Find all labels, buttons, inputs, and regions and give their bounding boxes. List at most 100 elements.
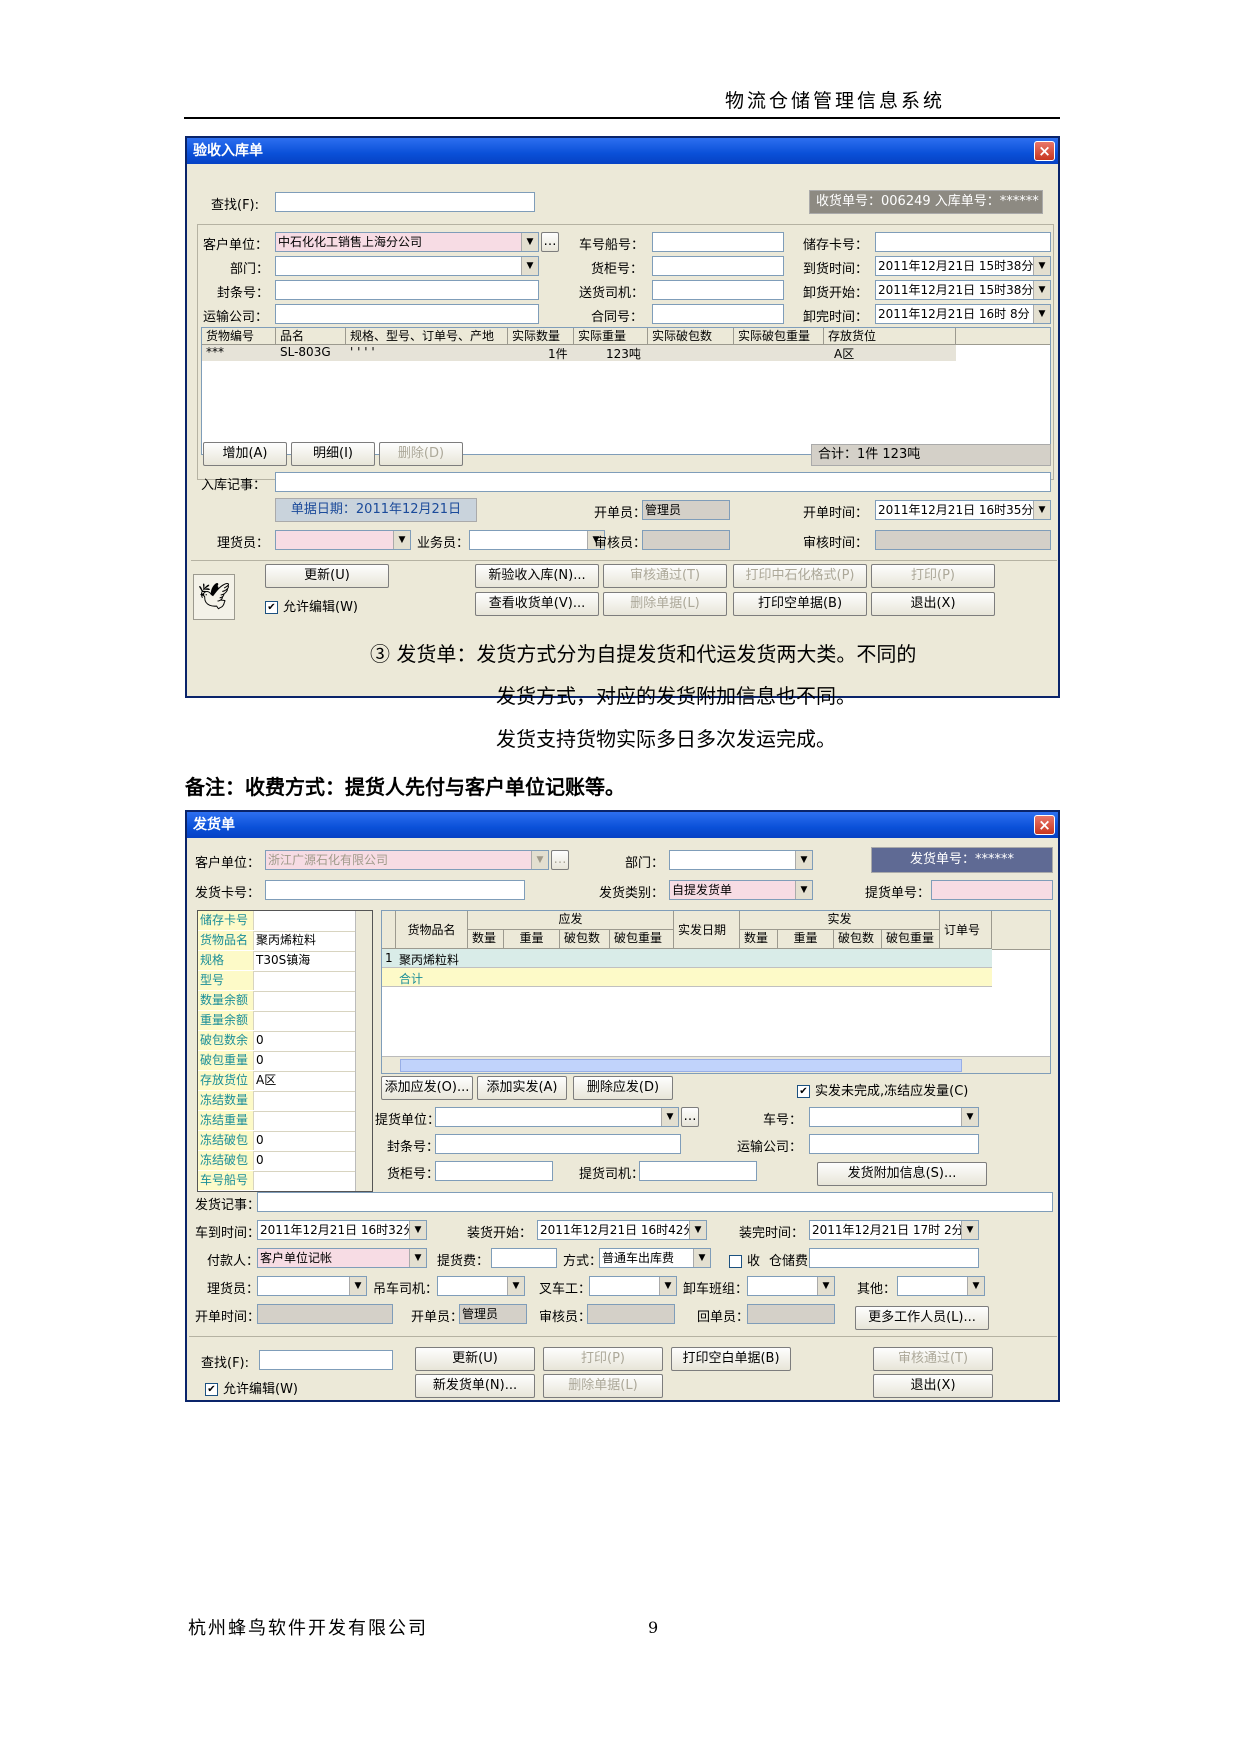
property-row[interactable]: 破包重量 0 xyxy=(198,1051,372,1072)
update-button[interactable]: 更新(U) xyxy=(265,564,389,588)
property-row[interactable]: 冻结重量 xyxy=(198,1111,372,1132)
scroll-thumb[interactable] xyxy=(400,1059,962,1072)
col-header[interactable]: 规格、型号、订单号、产地 xyxy=(346,328,508,345)
new-receipt-button[interactable]: 新验收入库(N)... xyxy=(475,564,599,588)
container-input[interactable] xyxy=(652,256,784,276)
unload-start-picker[interactable]: 2011年12月21日 15时38分 ▼ xyxy=(875,280,1051,300)
property-row[interactable]: 规格 T30S镇海 xyxy=(198,951,372,972)
table-row[interactable]: *** SL-803G ' ' ' ' 1件 123吨 A区 xyxy=(202,345,956,361)
property-row[interactable]: 存放货位 A区 xyxy=(198,1071,372,1092)
extra-info-button[interactable]: 发货附加信息(S)... xyxy=(817,1162,987,1186)
col-header[interactable]: 品名 xyxy=(276,328,346,345)
customer-more-button[interactable]: … xyxy=(541,232,559,252)
property-row[interactable]: 数量余额 xyxy=(198,991,372,1012)
storage-card-input[interactable] xyxy=(875,232,1051,252)
approve-button[interactable]: 审核通过(T) xyxy=(603,564,727,588)
col-header-actual-broken[interactable]: 破包数 xyxy=(834,930,882,949)
print-empty-button[interactable]: 打印空单据(B) xyxy=(733,592,867,616)
property-row[interactable]: 冻结数量 xyxy=(198,1091,372,1112)
col-header-actual-broken-weight[interactable]: 破包重量 xyxy=(882,930,940,949)
col-header[interactable]: 实际破包数 xyxy=(648,328,734,345)
property-row[interactable]: 货物品名 聚丙烯粒料 xyxy=(198,931,372,952)
more-staff-button[interactable]: 更多工作人员(L)... xyxy=(855,1306,989,1330)
exit-button[interactable]: 退出(X) xyxy=(871,592,995,616)
property-row[interactable]: 重量余额 xyxy=(198,1011,372,1032)
col-header-actual-date[interactable]: 实发日期 xyxy=(674,911,740,949)
col-header[interactable]: 存放货位 xyxy=(824,328,956,345)
ship-arrive-picker[interactable]: 2011年12月21日 16时32分 ▼ xyxy=(257,1220,427,1240)
add-actual-button[interactable]: 添加实发(A) xyxy=(477,1076,567,1100)
crane-select[interactable]: ▼ xyxy=(437,1276,525,1296)
forklift-select[interactable]: ▼ xyxy=(589,1276,677,1296)
other-select[interactable]: ▼ xyxy=(897,1276,985,1296)
property-row[interactable]: 型号 xyxy=(198,971,372,992)
add-button[interactable]: 增加(A) xyxy=(203,442,287,466)
ship-note-input[interactable] xyxy=(257,1192,1053,1212)
ship-vehicle-select[interactable]: ▼ xyxy=(809,1107,979,1127)
horizontal-scrollbar[interactable] xyxy=(382,1056,1050,1073)
shipping-close-button[interactable]: × xyxy=(1034,815,1055,835)
ship-find-input[interactable] xyxy=(259,1350,393,1370)
col-header-name[interactable]: 货物品名 xyxy=(396,911,468,949)
ship-print-empty-button[interactable]: 打印空白单据(B) xyxy=(671,1347,791,1371)
ship-clerk-select[interactable]: ▼ xyxy=(257,1276,367,1296)
receipt-find-input[interactable] xyxy=(275,192,535,212)
col-header[interactable]: 实际破包重量 xyxy=(734,328,824,345)
goods-property-panel[interactable]: 储存卡号 货物品名 聚丙烯粒料 规格 T30S镇海 型号 数量余额 重量余额 破包数余 0 破包重量… xyxy=(197,910,373,1192)
new-ship-button[interactable]: 新发货单(N)... xyxy=(415,1374,535,1398)
storage-fee-input[interactable] xyxy=(809,1248,979,1268)
ship-type-select[interactable]: 自提发货单 ▼ xyxy=(669,880,813,900)
customer-select[interactable]: 中石化化工销售上海分公司 ▼ xyxy=(275,232,539,252)
ship-card-input[interactable] xyxy=(265,880,525,900)
ship-exit-button[interactable]: 退出(X) xyxy=(873,1374,993,1398)
col-header-should-broken-weight[interactable]: 破包重量 xyxy=(610,930,674,949)
ship-update-button[interactable]: 更新(U) xyxy=(415,1347,535,1371)
col-header-actual-qty[interactable]: 数量 xyxy=(740,930,778,949)
pick-no-input[interactable] xyxy=(931,880,1053,900)
ship-approve-button[interactable]: 审核通过(T) xyxy=(873,1347,993,1371)
col-header-should-weight[interactable]: 重量 xyxy=(504,930,560,949)
receipt-close-button[interactable]: × xyxy=(1034,141,1055,161)
property-row[interactable]: 破包数余 0 xyxy=(198,1031,372,1052)
pick-unit-select[interactable]: ▼ xyxy=(435,1107,679,1127)
ship-seal-input[interactable] xyxy=(435,1134,681,1154)
receipt-goods-grid[interactable]: 货物编号 品名 规格、型号、订单号、产地 实际数量 实际重量 实际破包数 实际破… xyxy=(201,327,1051,455)
method-select[interactable]: 普通车出库费 ▼ xyxy=(599,1248,711,1268)
delete-doc-button[interactable]: 删除单据(L) xyxy=(603,592,727,616)
col-header[interactable]: 货物编号 xyxy=(202,328,276,345)
col-header-actual-weight[interactable]: 重量 xyxy=(778,930,834,949)
property-row[interactable]: 车号船号 xyxy=(198,1171,372,1191)
pick-fee-input[interactable] xyxy=(491,1248,557,1268)
delete-button[interactable]: 删除(D) xyxy=(379,442,463,466)
sales-select[interactable]: ▼ xyxy=(469,530,605,550)
vehicle-input[interactable] xyxy=(652,232,784,252)
allow-edit-checkbox[interactable]: ✔ 允许编辑(W) xyxy=(265,596,358,615)
view-receipt-button[interactable]: 查看收货单(V)... xyxy=(475,592,599,616)
load-end-picker[interactable]: 2011年12月21日 17时 2分 ▼ xyxy=(809,1220,979,1240)
unload-team-select[interactable]: ▼ xyxy=(747,1276,835,1296)
table-row[interactable]: 1 聚丙烯粒料 xyxy=(382,949,992,968)
pick-unit-more-button[interactable]: … xyxy=(681,1107,699,1127)
unload-end-picker[interactable]: 2011年12月21日 16时 8分 ▼ xyxy=(875,304,1051,324)
shipping-goods-grid[interactable]: 货物品名 应发 数量 重量 破包数 破包重量 实发日期 实发 数量 重量 破包数… xyxy=(381,910,1051,1074)
ship-print-button[interactable]: 打印(P) xyxy=(543,1347,663,1371)
transport-input[interactable] xyxy=(275,304,539,324)
driver-input[interactable] xyxy=(652,280,784,300)
print-sinopec-button[interactable]: 打印中石化格式(P) xyxy=(733,564,867,588)
property-row[interactable]: 储存卡号 xyxy=(198,911,372,932)
col-header[interactable]: 实际数量 xyxy=(508,328,574,345)
freeze-checkbox[interactable]: ✔ 实发未完成,冻结应发量(C) xyxy=(797,1080,968,1099)
ship-customer-more-button[interactable]: … xyxy=(551,850,569,870)
property-row[interactable]: 冻结破包 0 xyxy=(198,1131,372,1152)
pick-driver-input[interactable] xyxy=(639,1161,757,1181)
ship-delete-doc-button[interactable]: 删除单据(L) xyxy=(543,1374,663,1398)
ship-dept-select[interactable]: ▼ xyxy=(669,850,813,870)
print-button[interactable]: 打印(P) xyxy=(871,564,995,588)
delete-should-button[interactable]: 删除应发(D) xyxy=(573,1076,673,1100)
property-row[interactable]: 冻结破包 0 xyxy=(198,1151,372,1172)
contract-input[interactable] xyxy=(652,304,784,324)
col-header-order-no[interactable]: 订单号 xyxy=(940,911,992,949)
col-header[interactable]: 实际重量 xyxy=(574,328,648,345)
payer-select[interactable]: 客户单位记帐 ▼ xyxy=(257,1248,427,1268)
note-input[interactable] xyxy=(275,472,1051,492)
